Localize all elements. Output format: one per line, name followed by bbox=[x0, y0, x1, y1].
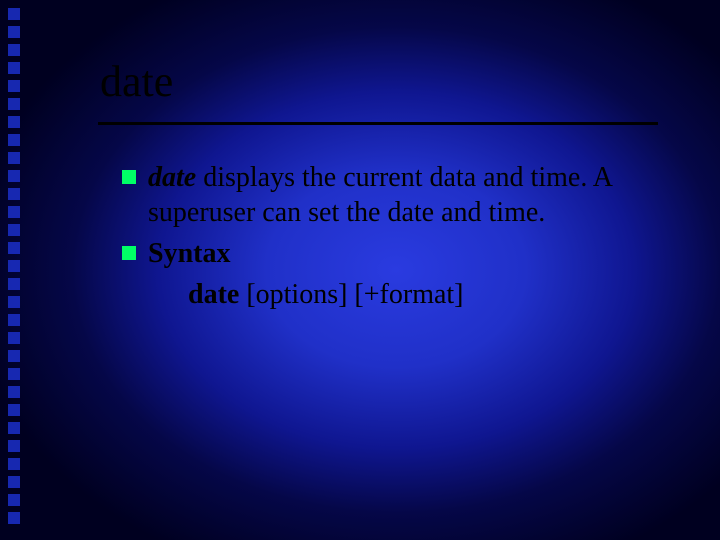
slide-content: date displays the current data and time.… bbox=[122, 160, 680, 318]
bullet-text: Syntax bbox=[148, 236, 230, 271]
left-decorative-squares bbox=[8, 0, 22, 540]
bullet-text: date displays the current data and time.… bbox=[148, 160, 680, 230]
syntax-args: [options] [+format] bbox=[239, 279, 463, 310]
title-divider bbox=[98, 122, 658, 125]
bullet-square-icon bbox=[122, 170, 136, 184]
syntax-text: date [options] [+format] bbox=[188, 277, 464, 312]
syntax-command: date bbox=[188, 279, 239, 310]
slide-title: date bbox=[100, 56, 173, 107]
command-name: date bbox=[148, 162, 196, 193]
syntax-heading: Syntax bbox=[148, 238, 230, 269]
bullet-item: Syntax bbox=[122, 236, 680, 271]
syntax-line: date [options] [+format] bbox=[122, 277, 680, 312]
bullet-rest: displays the current data and time. A su… bbox=[148, 162, 611, 228]
slide: date date displays the current data and … bbox=[0, 0, 720, 540]
bullet-item: date displays the current data and time.… bbox=[122, 160, 680, 230]
bullet-square-icon bbox=[122, 246, 136, 260]
